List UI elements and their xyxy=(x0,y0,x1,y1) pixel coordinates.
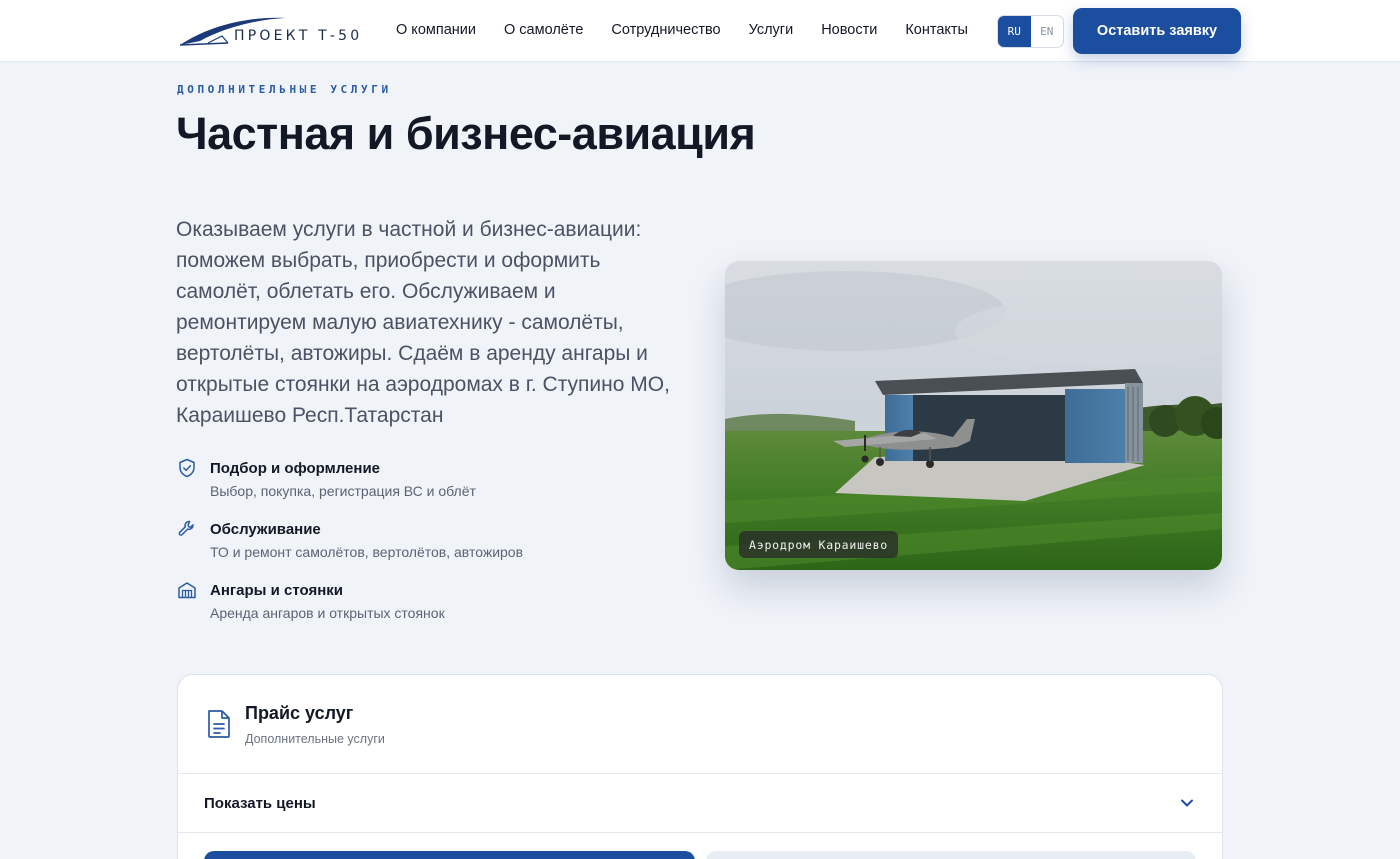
nav-about-aircraft[interactable]: О самолёте xyxy=(504,22,583,38)
logo-text: ПРОЕКТ Т-50 xyxy=(234,28,363,44)
hangar-photo: Аэродром Караишево xyxy=(725,261,1222,570)
price-tab-active[interactable] xyxy=(204,851,695,859)
price-tab[interactable] xyxy=(706,851,1196,859)
feature-list: Подбор и оформление Выбор, покупка, реги… xyxy=(177,457,657,640)
lead-paragraph: Оказываем услуги в частной и бизнес-авиа… xyxy=(176,218,670,427)
logo[interactable]: ПРОЕКТ Т-50 xyxy=(178,14,364,48)
feature-description: Выбор, покупка, регистрация ВС и облёт xyxy=(210,483,476,499)
document-icon xyxy=(208,710,230,738)
hangar-icon xyxy=(178,582,196,599)
nav-about-company[interactable]: О компании xyxy=(396,22,476,38)
submit-request-button[interactable]: Оставить заявку xyxy=(1073,8,1241,54)
divider xyxy=(178,832,1222,833)
section-eyebrow: ДОПОЛНИТЕЛЬНЫЕ УСЛУГИ xyxy=(177,83,392,96)
language-switcher: RU EN xyxy=(997,15,1064,48)
page-title: Частная и бизнес-авиация xyxy=(176,108,756,159)
wrench-icon xyxy=(178,520,194,536)
feature-item: Подбор и оформление Выбор, покупка, реги… xyxy=(177,457,657,518)
feature-description: ТО и ремонт самолётов, вертолётов, автож… xyxy=(210,544,524,560)
lang-en-button[interactable]: EN xyxy=(1031,16,1064,47)
feature-item: Ангары и стоянки Аренда ангаров и открыт… xyxy=(177,579,657,640)
price-card-subtitle: Дополнительные услуги xyxy=(245,732,385,746)
show-prices-label: Показать цены xyxy=(204,794,316,812)
lang-ru-button[interactable]: RU xyxy=(998,16,1031,47)
feature-title: Ангары и стоянки xyxy=(210,582,344,599)
nav-news[interactable]: Новости xyxy=(821,22,877,38)
chevron-down-icon xyxy=(1181,799,1193,807)
feature-title: Подбор и оформление xyxy=(210,460,381,477)
photo-caption: Аэродром Караишево xyxy=(739,531,899,558)
feature-title: Обслуживание xyxy=(210,521,321,538)
feature-item: Обслуживание ТО и ремонт самолётов, верт… xyxy=(177,518,657,579)
main-nav: О компании О самолёте Сотрудничество Усл… xyxy=(396,22,968,38)
feature-description: Аренда ангаров и открытых стоянок xyxy=(210,605,445,621)
nav-services[interactable]: Услуги xyxy=(749,22,794,38)
shield-check-icon xyxy=(179,458,195,478)
nav-contacts[interactable]: Контакты xyxy=(905,22,968,38)
price-card: Прайс услуг Дополнительные услуги Показа… xyxy=(177,674,1223,859)
show-prices-toggle[interactable]: Показать цены xyxy=(178,774,1222,832)
hangar-airplane-image xyxy=(725,261,1222,570)
site-header: ПРОЕКТ Т-50 О компании О самолёте Сотруд… xyxy=(0,0,1400,62)
nav-cooperation[interactable]: Сотрудничество xyxy=(611,22,720,38)
price-card-title: Прайс услуг xyxy=(245,703,354,723)
